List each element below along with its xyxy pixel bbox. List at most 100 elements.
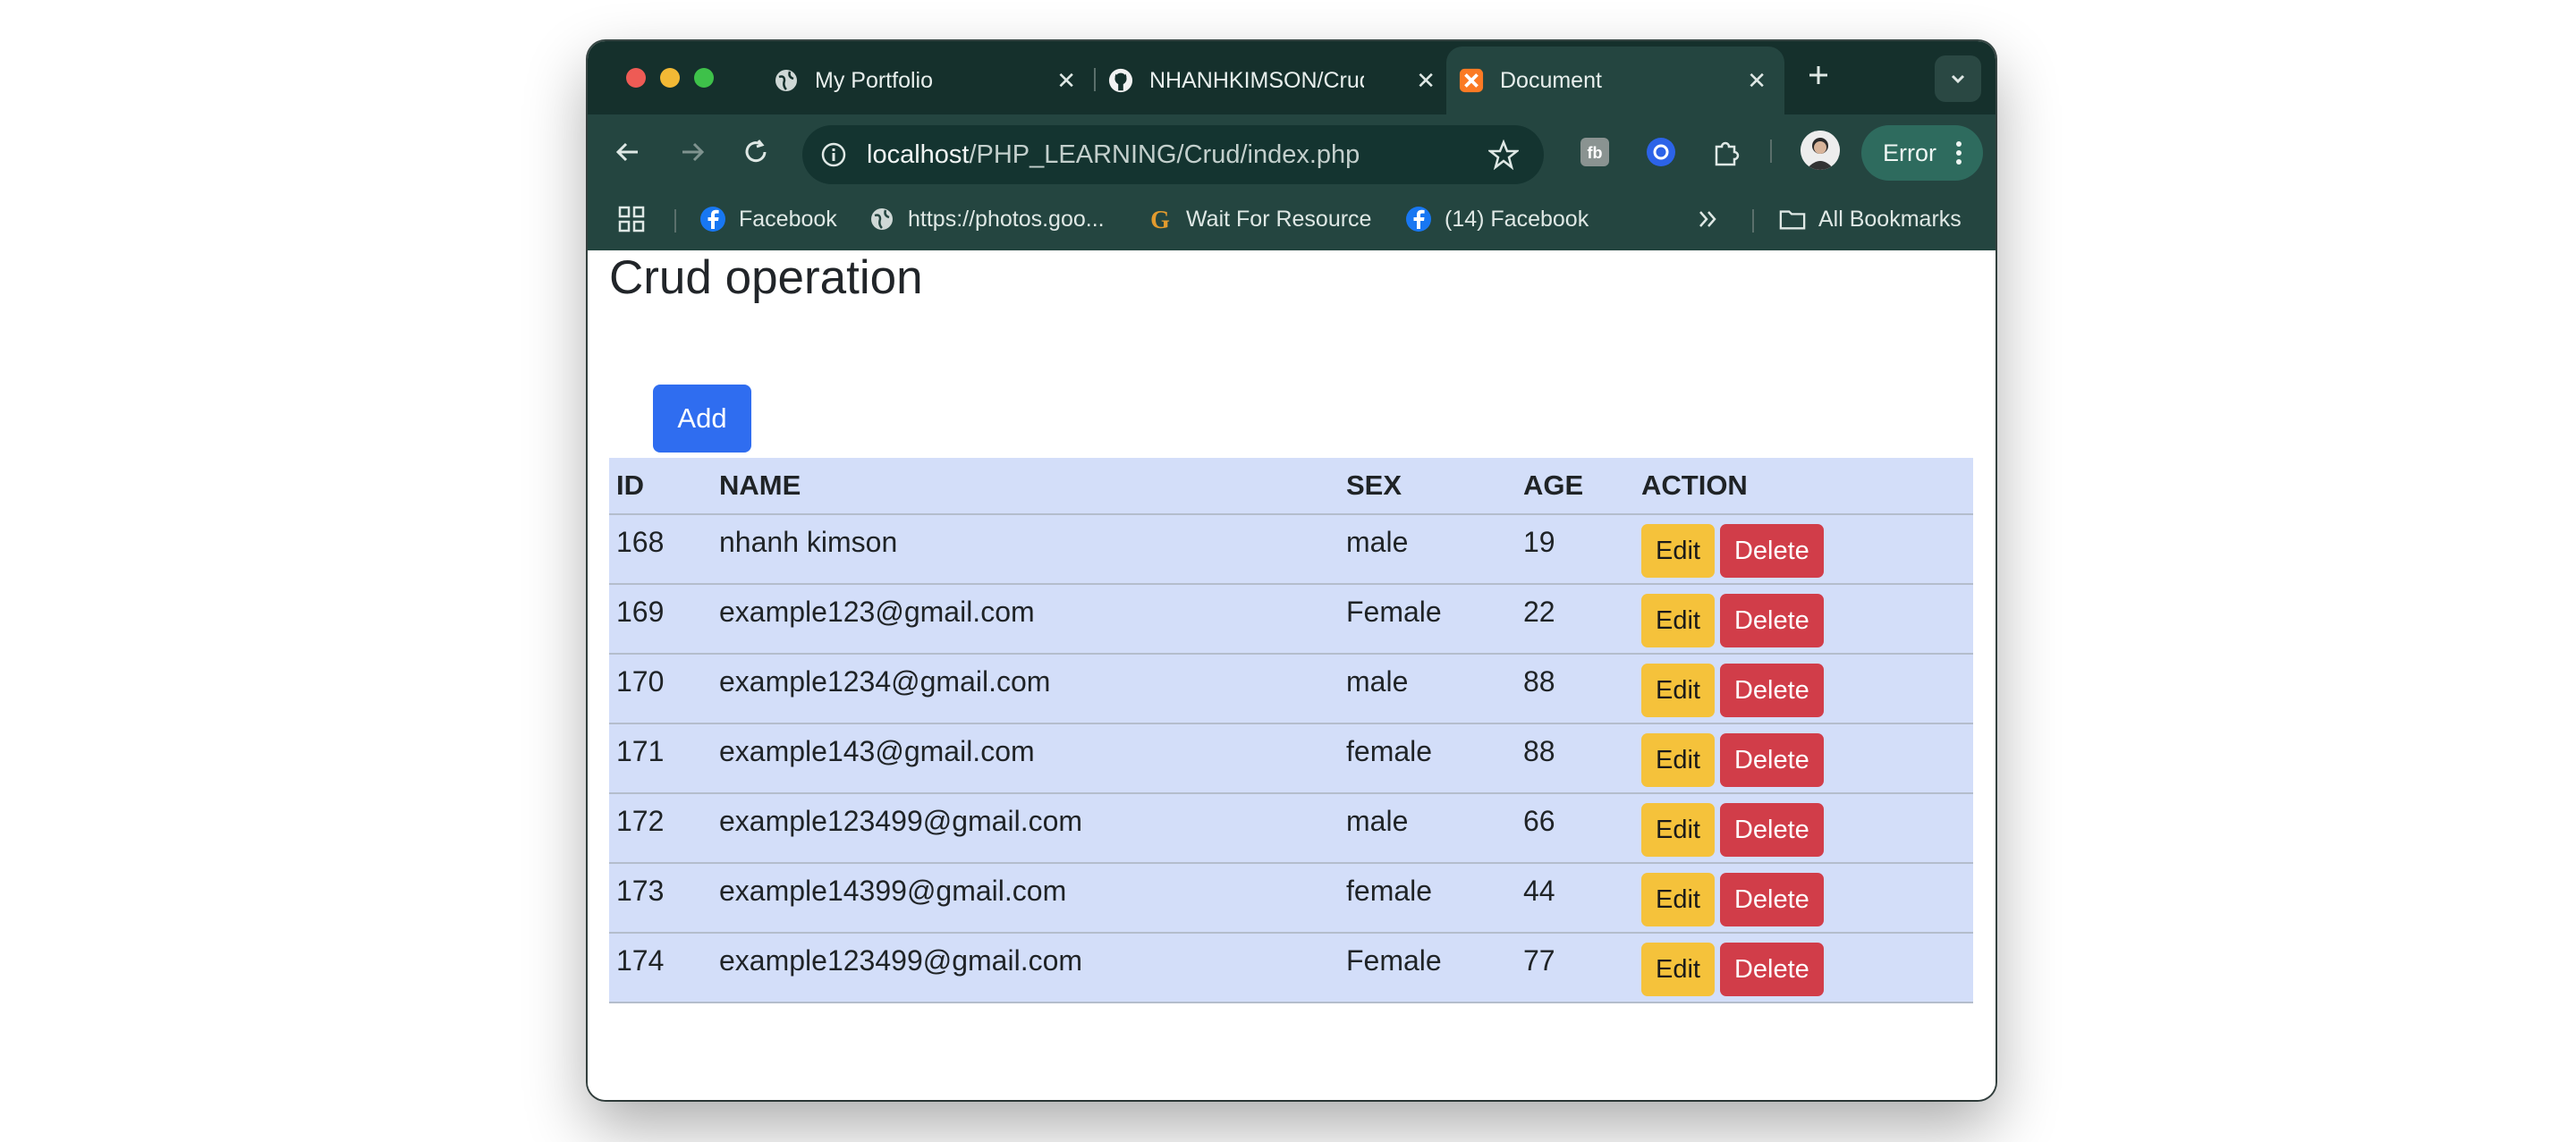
delete-button[interactable]: Delete — [1719, 594, 1824, 647]
extension-fb-icon[interactable]: fb — [1577, 134, 1613, 170]
edit-button[interactable]: Edit — [1641, 943, 1715, 996]
cell-sex: Female — [1339, 584, 1516, 655]
delete-button[interactable]: Delete — [1719, 803, 1824, 857]
column-header-age: AGE — [1516, 458, 1634, 515]
folder-icon — [1779, 206, 1806, 233]
cell-name: example123499@gmail.com — [712, 933, 1339, 1003]
edit-button[interactable]: Edit — [1641, 733, 1715, 787]
forward-button[interactable] — [673, 132, 712, 172]
xampp-icon — [1459, 68, 1484, 93]
cell-age: 44 — [1516, 863, 1634, 934]
address-bar[interactable]: localhost/PHP_LEARNING/Crud/index.php — [802, 125, 1544, 184]
url-host: localhost — [867, 140, 970, 169]
cell-sex: male — [1339, 514, 1516, 585]
github-icon — [1108, 68, 1133, 93]
extensions-puzzle-icon[interactable] — [1707, 134, 1743, 170]
bookmarks-bar: Facebook https://photos.goo... G Wait Fo… — [588, 190, 1996, 250]
profile-avatar[interactable] — [1801, 131, 1840, 170]
edit-button[interactable]: Edit — [1641, 803, 1715, 857]
apps-grid-icon[interactable] — [618, 206, 645, 233]
extension-blue-icon[interactable] — [1643, 134, 1679, 170]
bookmark-divider — [1752, 209, 1754, 233]
cell-age: 66 — [1516, 793, 1634, 864]
arrow-right-icon — [682, 142, 705, 162]
maximize-window-button[interactable] — [694, 68, 714, 88]
column-header-action: ACTION — [1634, 458, 1973, 515]
page-title: Crud operation — [609, 251, 923, 304]
cell-action: Edit Delete — [1634, 863, 1973, 934]
column-header-id: ID — [609, 458, 712, 515]
close-tab-icon[interactable]: ✕ — [1747, 67, 1767, 95]
g-icon: G — [1147, 206, 1174, 233]
delete-button[interactable]: Delete — [1719, 873, 1824, 926]
edit-button[interactable]: Edit — [1641, 524, 1715, 578]
table-row: 173 example14399@gmail.com female 44 Edi… — [609, 863, 1973, 934]
cell-sex: Female — [1339, 933, 1516, 1003]
more-bookmarks-icon[interactable] — [1697, 206, 1720, 233]
edit-button[interactable]: Edit — [1641, 873, 1715, 926]
cell-name: example143@gmail.com — [712, 723, 1339, 794]
chevron-down-icon — [1951, 74, 1965, 84]
cell-sex: male — [1339, 793, 1516, 864]
close-window-button[interactable] — [626, 68, 646, 88]
cell-name: example123499@gmail.com — [712, 793, 1339, 864]
tab-strip: My Portfolio ✕ NHANHKIMSON/Crud ✕ Docume… — [588, 41, 1996, 114]
cell-action: Edit Delete — [1634, 723, 1973, 794]
edit-button[interactable]: Edit — [1641, 594, 1715, 647]
facebook-icon — [699, 206, 726, 233]
cell-sex: female — [1339, 723, 1516, 794]
bookmark-wait-for-resource[interactable]: G Wait For Resource — [1147, 206, 1371, 233]
page-content: Crud operation Add ID NAME SEX AGE ACTIO… — [588, 250, 1996, 1100]
table-row: 170 example1234@gmail.com male 88 Edit De… — [609, 654, 1973, 724]
minimize-window-button[interactable] — [660, 68, 680, 88]
close-tab-icon[interactable]: ✕ — [1416, 67, 1436, 95]
bookmark-facebook[interactable]: Facebook — [699, 206, 837, 233]
cell-name: nhanh kimson — [712, 514, 1339, 585]
cell-id: 169 — [609, 584, 712, 655]
more-vert-icon[interactable] — [1954, 140, 1963, 173]
tab-my-portfolio[interactable]: My Portfolio ✕ — [763, 47, 1094, 114]
add-button[interactable]: Add — [653, 385, 751, 453]
new-tab-button[interactable] — [1802, 59, 1835, 98]
delete-button[interactable]: Delete — [1719, 733, 1824, 787]
bookmark-star-icon[interactable] — [1487, 139, 1521, 174]
reload-button[interactable] — [736, 132, 775, 172]
cell-sex: female — [1339, 863, 1516, 934]
cell-id: 173 — [609, 863, 712, 934]
column-header-name: NAME — [712, 458, 1339, 515]
bookmark-photos[interactable]: https://photos.goo... — [869, 206, 1105, 233]
cell-action: Edit Delete — [1634, 514, 1973, 585]
tab-search-button[interactable] — [1935, 55, 1981, 102]
profile-error-chip[interactable]: Error — [1861, 125, 1983, 181]
cell-sex: male — [1339, 654, 1516, 724]
cell-action: Edit Delete — [1634, 654, 1973, 724]
bookmark-facebook-14[interactable]: (14) Facebook — [1405, 206, 1589, 233]
bookmark-label: https://photos.goo... — [908, 206, 1105, 232]
all-bookmarks-label: All Bookmarks — [1818, 206, 1962, 232]
reload-icon — [745, 140, 767, 163]
cell-age: 22 — [1516, 584, 1634, 655]
column-header-sex: SEX — [1339, 458, 1516, 515]
tab-github-crud[interactable]: NHANHKIMSON/Crud ✕ — [1108, 47, 1453, 114]
cell-age: 88 — [1516, 654, 1634, 724]
delete-button[interactable]: Delete — [1719, 943, 1824, 996]
globe-icon — [869, 206, 895, 233]
back-button[interactable] — [608, 132, 648, 172]
window-controls — [626, 68, 714, 88]
edit-button[interactable]: Edit — [1641, 664, 1715, 717]
cell-action: Edit Delete — [1634, 584, 1973, 655]
delete-button[interactable]: Delete — [1719, 664, 1824, 717]
delete-button[interactable]: Delete — [1719, 524, 1824, 578]
table-row: 169 example123@gmail.com Female 22 Edit D… — [609, 584, 1973, 655]
globe-icon — [774, 68, 799, 93]
tab-document[interactable]: Document ✕ — [1446, 47, 1784, 114]
table-row: 168 nhanh kimson male 19 Edit Delete — [609, 514, 1973, 585]
tab-divider — [1094, 68, 1096, 91]
cell-action: Edit Delete — [1634, 933, 1973, 1003]
cell-name: example123@gmail.com — [712, 584, 1339, 655]
site-info-icon[interactable] — [818, 140, 849, 170]
crud-table: ID NAME SEX AGE ACTION 168 nhanh kimson … — [609, 458, 1973, 1003]
error-label: Error — [1883, 139, 1936, 166]
all-bookmarks-button[interactable]: All Bookmarks — [1779, 206, 1962, 233]
close-tab-icon[interactable]: ✕ — [1056, 67, 1076, 95]
